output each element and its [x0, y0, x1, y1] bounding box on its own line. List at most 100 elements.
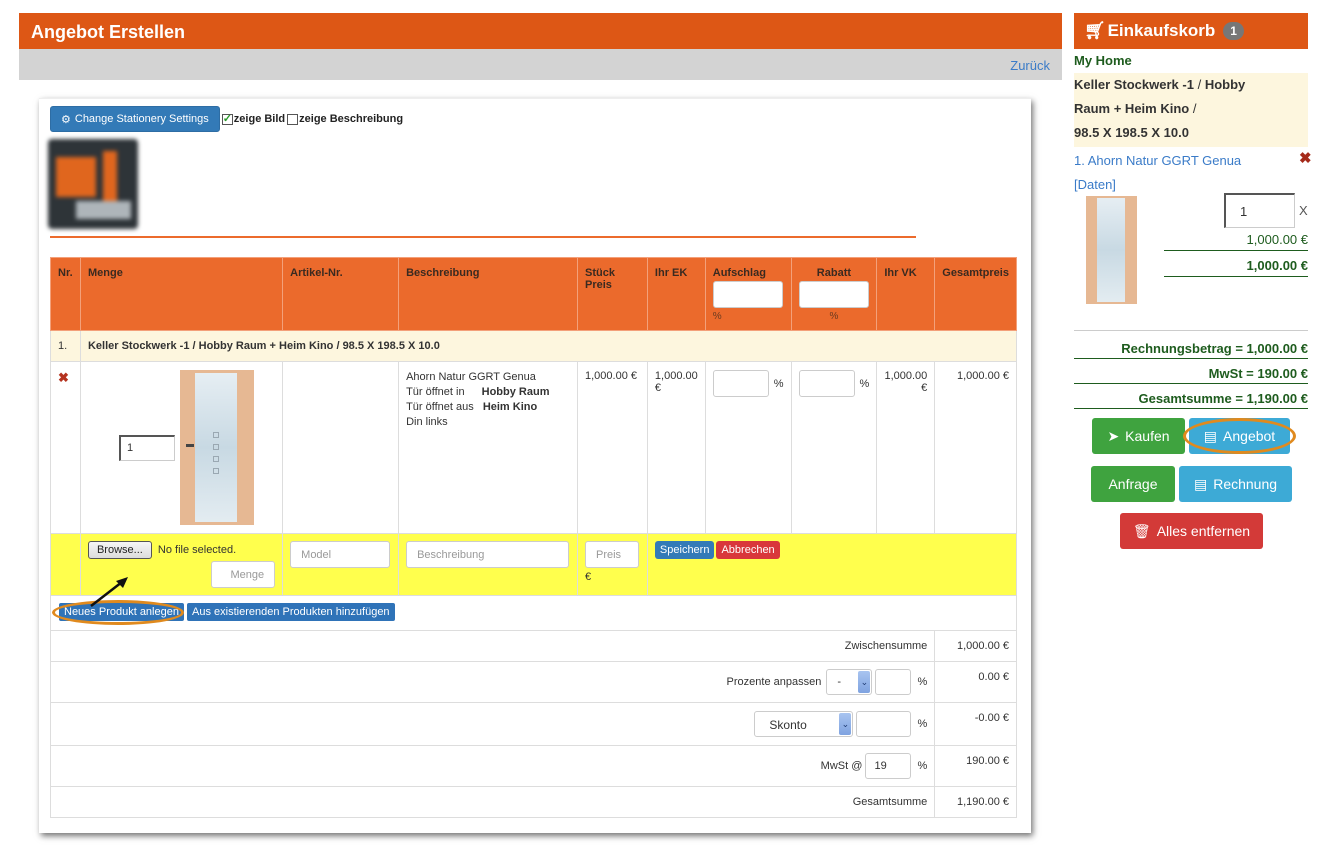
- discount-select[interactable]: Skonto ⌄: [754, 711, 854, 737]
- save-button[interactable]: Speichern: [654, 541, 715, 559]
- grand-total: Gesamtsumme = 1,190.00 €: [1074, 391, 1308, 409]
- separator: /: [1197, 77, 1202, 92]
- gear-icon: ⚙: [61, 113, 71, 126]
- remove-all-button[interactable]: 🗑︎ Alles entfernen: [1120, 513, 1263, 549]
- invoice-amount: Rechnungsbetrag = 1,000.00 €: [1074, 341, 1308, 359]
- cart-title: Einkaufskorb: [1107, 21, 1216, 40]
- remove-all-label: Alles entfernen: [1156, 523, 1251, 539]
- discount-all-input[interactable]: [798, 281, 869, 308]
- col-beschreibung: Beschreibung: [398, 257, 578, 331]
- col-ihr-ek: Ihr EK: [646, 257, 706, 331]
- vat-row: MwSt @ 19 % 190.00 €: [49, 745, 1017, 787]
- divider: [1074, 330, 1308, 331]
- highlight-circle: [1183, 418, 1296, 454]
- table-header-row: Nr. Menge Artikel-Nr. Beschreibung Stück…: [50, 257, 1017, 331]
- col-rabatt: Rabatt %: [790, 257, 878, 331]
- invoice-button[interactable]: ▤ Rechnung: [1179, 466, 1292, 502]
- vat-rate-input[interactable]: 19: [865, 753, 912, 779]
- col-stueckpreis-label: Stück Preis: [585, 267, 615, 291]
- total-label: Gesamtsumme: [49, 786, 936, 818]
- adjust-select-value: -: [837, 676, 842, 688]
- item-vk: 1,000.00 €: [876, 361, 936, 534]
- show-description-option[interactable]: zeige Beschreibung: [287, 113, 403, 125]
- cart-unit-price: 1,000.00 €: [1164, 232, 1308, 251]
- delete-item-icon[interactable]: ✖: [58, 370, 69, 385]
- percent-label: %: [773, 378, 784, 390]
- percent-label: %: [829, 311, 839, 322]
- col-stueckpreis: Stück Preis: [577, 257, 648, 331]
- item-description: Ahorn Natur GGRT Genua Tür öffnet in Hob…: [398, 361, 578, 534]
- paper-plane-icon: ➤: [1107, 427, 1120, 444]
- cart-quantity-input[interactable]: 1: [1224, 193, 1295, 228]
- currency-label: €: [585, 571, 592, 583]
- markup-all-input[interactable]: [712, 281, 783, 308]
- new-price-input[interactable]: Preis: [585, 541, 639, 568]
- new-product-row: Browse... No file selected. Menge Model …: [50, 533, 1018, 596]
- room-name-rest: Raum + Heim Kino: [1074, 101, 1190, 116]
- col-gesamtpreis: Gesamtpreis: [934, 257, 1017, 331]
- inquiry-button[interactable]: Anfrage: [1091, 466, 1175, 502]
- cart-item-data-link[interactable]: [Daten]: [1074, 177, 1116, 192]
- inquiry-label: Anfrage: [1108, 476, 1158, 492]
- annotation-arrow-icon: [90, 577, 128, 607]
- chevron-down-icon: ⌄: [839, 713, 852, 735]
- list-icon: ▤: [1193, 475, 1208, 492]
- show-image-label: zeige Bild: [233, 113, 286, 125]
- product-name: Ahorn Natur GGRT Genua: [406, 371, 536, 383]
- buy-button[interactable]: ➤ Kaufen: [1092, 418, 1185, 454]
- group-row: 1. Keller Stockwerk -1 / Hobby Raum + He…: [50, 330, 1018, 362]
- remove-item-icon[interactable]: ✖: [1299, 149, 1312, 167]
- cart-line-total: 1,000.00 €: [1164, 258, 1308, 277]
- show-image-checkbox[interactable]: [221, 112, 233, 125]
- cart-item-link[interactable]: 1. Ahorn Natur GGRT Genua: [1074, 153, 1241, 168]
- adjust-row: Prozente anpassen - ⌄ % 0.00 €: [49, 661, 1017, 703]
- adjust-label: Prozente anpassen: [726, 675, 822, 688]
- item-quantity-input[interactable]: 1: [118, 434, 175, 461]
- offer-panel: ⚙ Change Stationery Settings zeige Bild …: [39, 98, 1031, 833]
- cart-item: 1. Ahorn Natur GGRT Genua [Daten]: [1074, 149, 1241, 197]
- cancel-button[interactable]: Abbrechen: [716, 541, 780, 559]
- browse-button[interactable]: Browse...: [87, 541, 152, 559]
- item-total: 1,000.00 €: [934, 361, 1017, 534]
- stationery-button-label: Change Stationery Settings: [74, 113, 209, 125]
- opens-in-value: Hobby Raum: [481, 386, 550, 398]
- percent-label: %: [859, 378, 870, 390]
- col-rabatt-label: Rabatt: [816, 267, 852, 279]
- col-menge: Menge: [79, 257, 284, 331]
- col-artikel: Artikel-Nr.: [282, 257, 400, 331]
- change-stationery-settings-button[interactable]: ⚙ Change Stationery Settings: [50, 106, 220, 132]
- item-ek: 1,000.00 €: [646, 361, 706, 534]
- opens-in-label: Tür öffnet in: [406, 386, 465, 398]
- din-value: Din links: [406, 416, 448, 428]
- back-link[interactable]: Zurück: [1010, 58, 1050, 73]
- item-markup-input[interactable]: [712, 370, 769, 397]
- item-discount-input[interactable]: [798, 370, 855, 397]
- adjust-percent-input[interactable]: [875, 669, 912, 695]
- item-article-no: [282, 361, 400, 534]
- new-model-input[interactable]: Model: [290, 541, 391, 568]
- show-description-checkbox[interactable]: [287, 113, 299, 125]
- col-aufschlag: Aufschlag %: [704, 257, 792, 331]
- vat-label: MwSt @: [820, 759, 863, 772]
- new-quantity-input[interactable]: Menge: [211, 561, 276, 588]
- group-title: Keller Stockwerk -1 / Hobby Raum + Heim …: [79, 330, 1018, 362]
- room-dimensions: 98.5 X 198.5 X 10.0: [1074, 125, 1189, 140]
- product-image: [180, 370, 255, 525]
- discount-percent-input[interactable]: [856, 711, 912, 737]
- new-description-input[interactable]: Beschreibung: [406, 541, 570, 568]
- offer-items-table: Nr. Menge Artikel-Nr. Beschreibung Stück…: [49, 257, 1018, 818]
- vat-amount: MwSt = 190.00 €: [1074, 366, 1308, 384]
- cart-header: 🛒︎ Einkaufskorb 1: [1074, 13, 1308, 49]
- trash-icon: 🗑︎: [1132, 522, 1151, 539]
- page-title: Angebot Erstellen: [19, 13, 1062, 49]
- cart-room-info: Keller Stockwerk -1 / Hobby Raum + Heim …: [1074, 73, 1308, 147]
- show-description-label: zeige Beschreibung: [299, 113, 404, 125]
- sub-header-bar: Zurück: [19, 49, 1062, 80]
- add-existing-products-button[interactable]: Aus existierenden Produkten hinzufügen: [187, 603, 395, 621]
- adjust-select[interactable]: - ⌄: [826, 669, 873, 695]
- group-nr: 1.: [50, 330, 81, 362]
- show-image-option[interactable]: zeige Bild: [221, 112, 286, 125]
- cart-item-image: [1086, 196, 1137, 304]
- percent-label: %: [917, 759, 928, 772]
- subtotal-value: 1,000.00 €: [934, 630, 1017, 662]
